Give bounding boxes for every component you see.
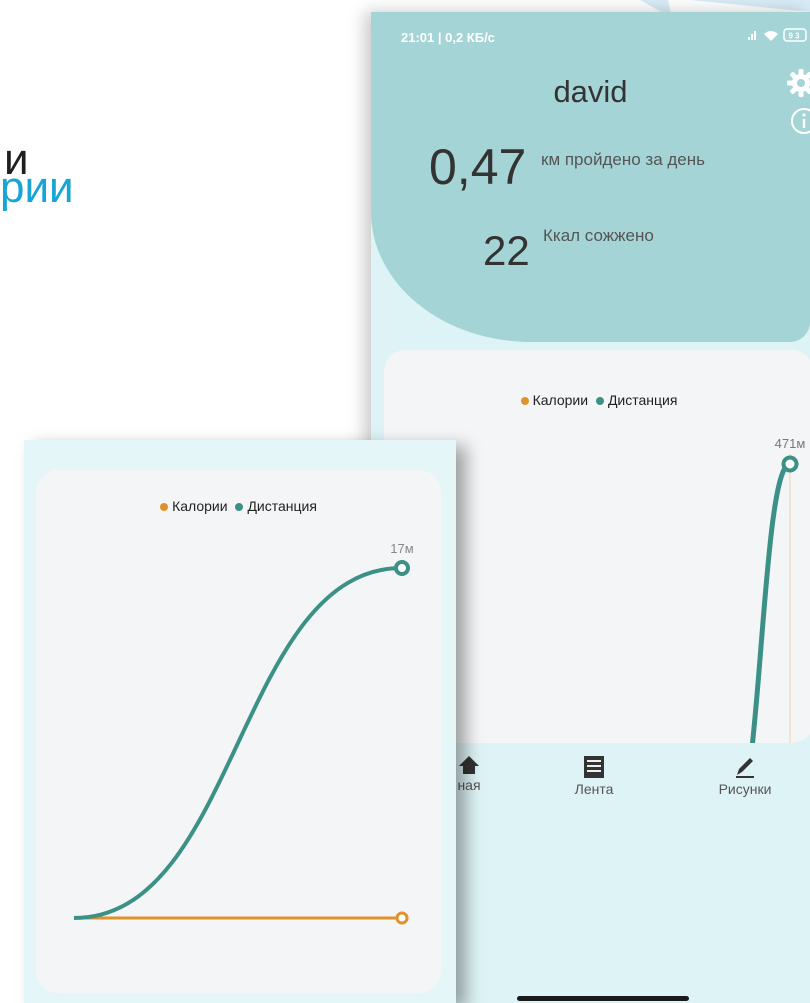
distance-point [394, 560, 410, 576]
distance-label: км пройдено за день [541, 150, 705, 169]
signal-wifi-battery-icon: 93 [748, 28, 807, 42]
username: david [553, 74, 628, 109]
status-bar: 21:01 | 0,2 КБ/с 93 [371, 12, 810, 56]
secondary-phone-screen: Калории Дистанция 17м [24, 440, 456, 1003]
distance-series-line [750, 461, 792, 743]
calories-point [395, 911, 409, 925]
gear-icon[interactable] [786, 68, 810, 98]
nav-drawings[interactable]: Рисунки [705, 755, 785, 797]
slide-heading-fragment-2: рии [0, 163, 74, 212]
nav-feed[interactable]: Лента [559, 755, 629, 797]
status-time: 21:01 | 0,2 КБ/с [401, 30, 495, 45]
distance-value: 0,47 [429, 139, 527, 195]
distance-last-label: 17м [390, 541, 413, 556]
nav-drawings-label: Рисунки [718, 781, 772, 797]
pencil-icon [736, 758, 754, 778]
svg-text:93: 93 [789, 32, 802, 41]
distance-last-label: 471м [775, 436, 806, 451]
distance-series-line [73, 566, 403, 920]
secondary-chart-card: Калории Дистанция 17м [36, 470, 441, 993]
secondary-line-chart: 17м [73, 541, 414, 925]
home-icon [459, 756, 479, 774]
info-icon[interactable] [790, 107, 810, 135]
calories-value: 22 [483, 227, 530, 274]
nav-feed-label: Лента [574, 781, 614, 797]
home-indicator[interactable] [517, 996, 689, 1001]
feed-icon [584, 756, 604, 778]
nav-home-label: ная [457, 777, 481, 793]
status-icons: 93 [746, 28, 810, 45]
calories-label: Ккал сожжено [543, 226, 654, 245]
distance-point [781, 455, 799, 473]
